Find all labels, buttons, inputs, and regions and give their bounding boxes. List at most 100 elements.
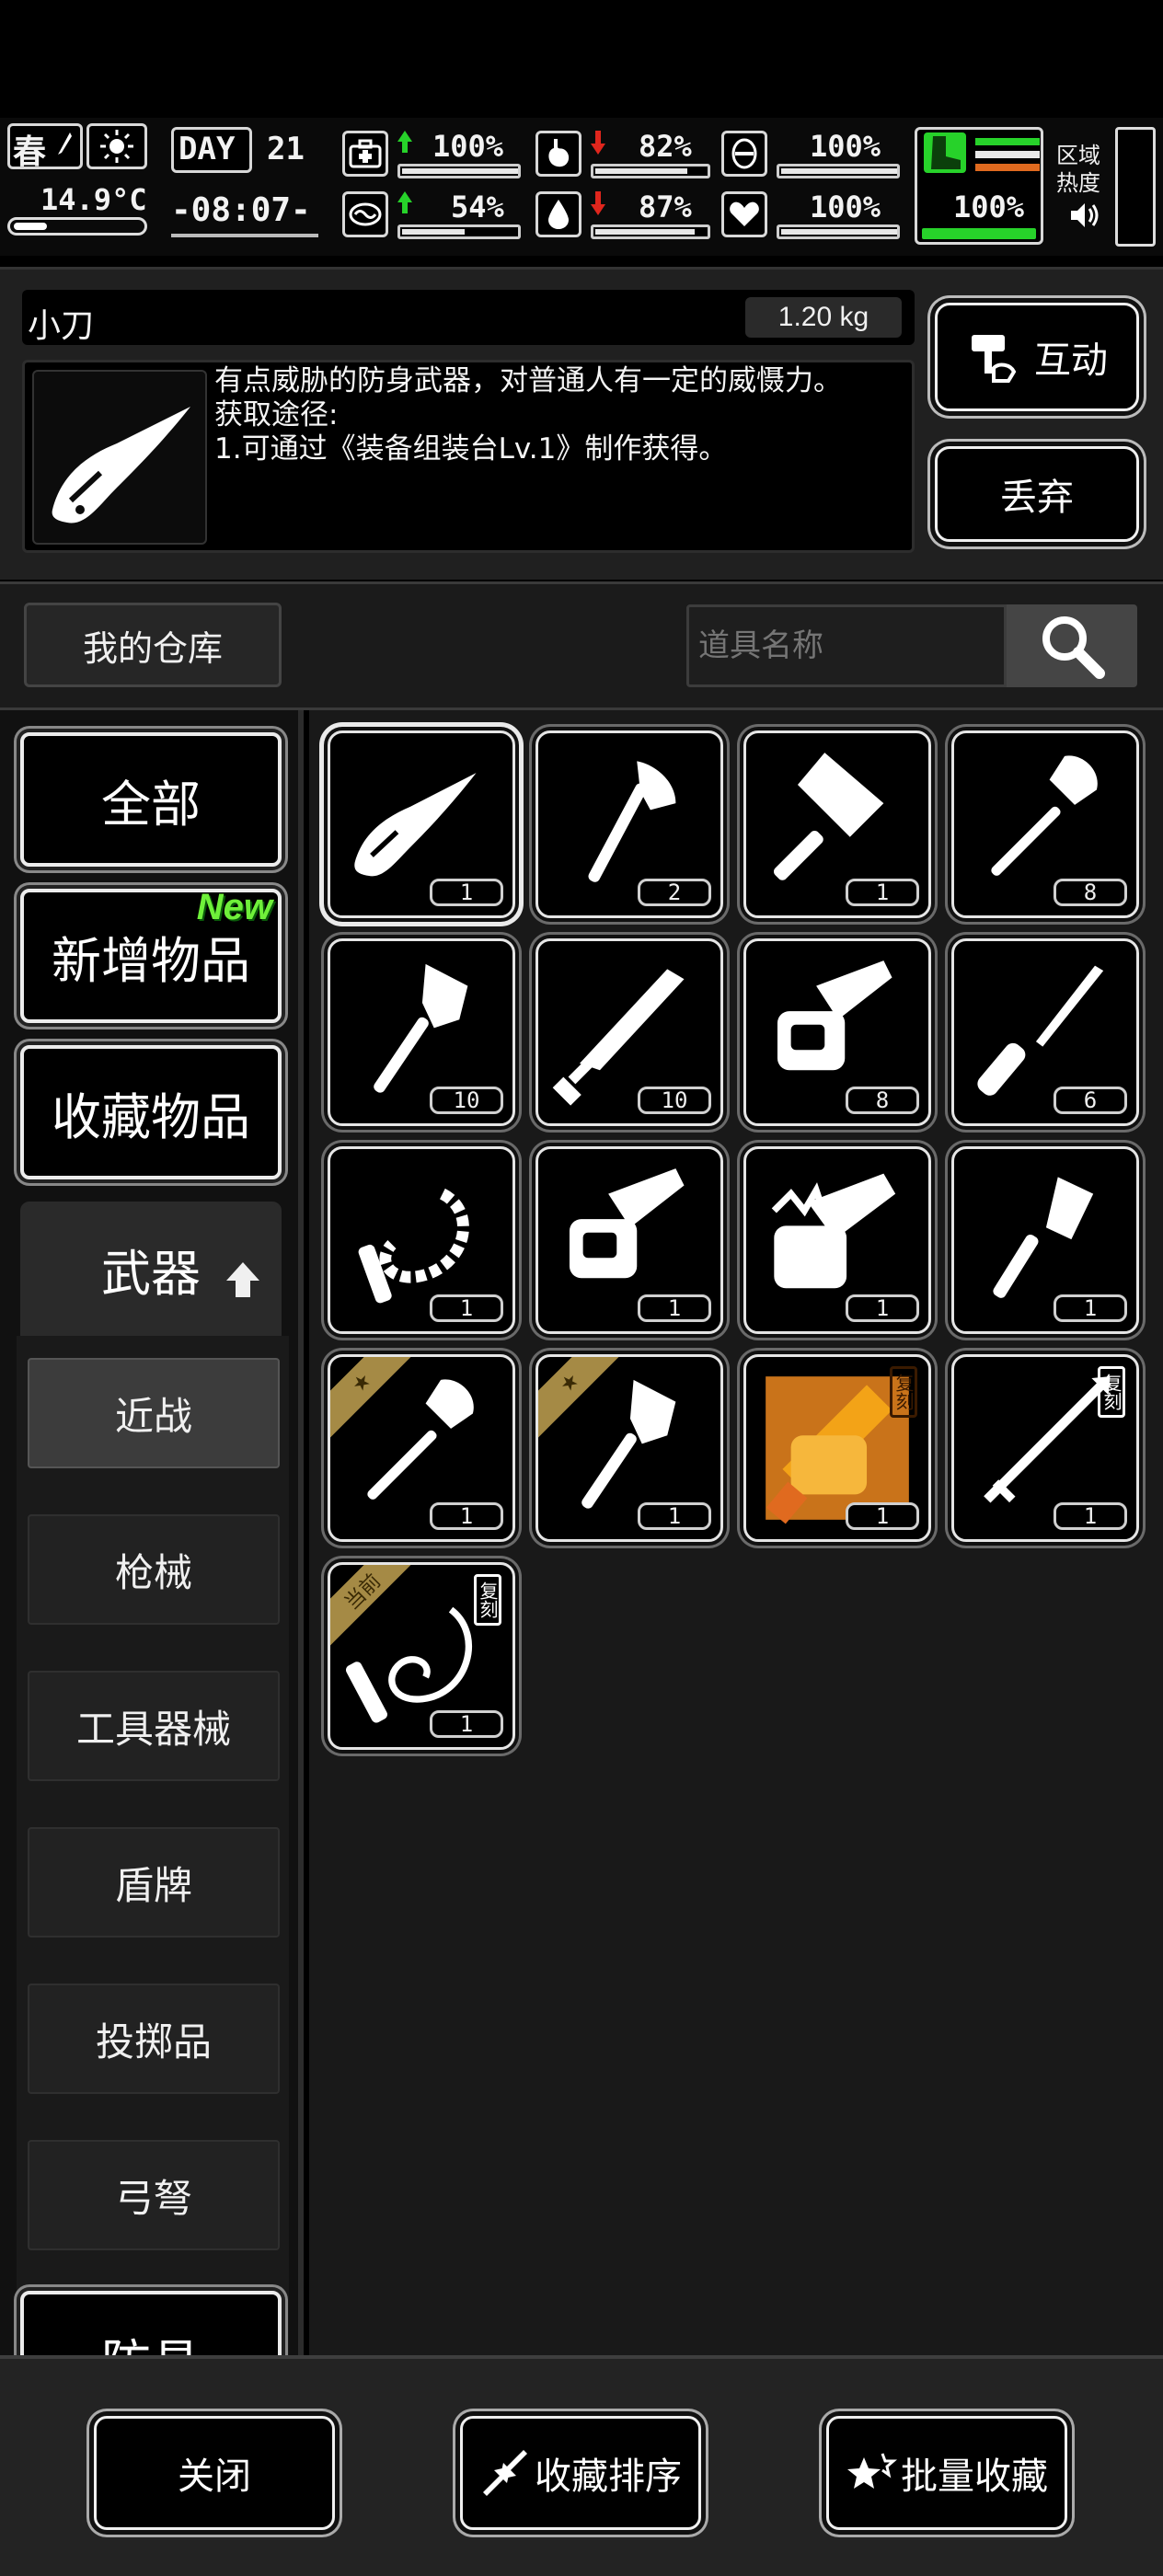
batch-favorite-button[interactable]: 批量收藏	[826, 2416, 1067, 2530]
item-quantity: 1	[1054, 1294, 1127, 1322]
item-slot[interactable]: 2	[535, 730, 723, 918]
item-slot[interactable]: 10	[535, 938, 723, 1126]
subcategory-firearms[interactable]: 枪械	[28, 1514, 280, 1625]
hunger-value: 82%	[639, 129, 692, 164]
sort-arrows-icon	[479, 2450, 531, 2496]
mental-value: 54%	[451, 190, 504, 224]
speaker-icon[interactable]	[1067, 199, 1100, 232]
category-sidebar: 全部 新增物品 New 收藏物品 武器 近战 枪械 工具器械 盾牌 投掷品 弓弩…	[0, 710, 304, 2355]
subcategory-throwables-label: 投掷品	[95, 2018, 212, 2064]
close-button[interactable]: 关闭	[94, 2416, 335, 2530]
subcategory-tools[interactable]: 工具器械	[28, 1671, 280, 1781]
item-quantity: 1	[846, 1502, 919, 1530]
new-badge: New	[196, 887, 272, 927]
item-slot[interactable]: 当前 复刻 1	[328, 1562, 515, 1750]
item-description: 有点威胁的防身武器，对普通人有一定的威慑力。 获取途径: 1.可通过《装备组装台…	[214, 364, 842, 466]
status-hud: 春 14.9°C DAY 21 -08:07- 100% 82% 100% 54…	[0, 118, 1163, 256]
brain-icon	[342, 191, 388, 237]
item-slot[interactable]: ★ 1	[535, 1354, 723, 1542]
zone-heat-label: 区域 热度	[1056, 143, 1100, 196]
stomach-icon	[535, 131, 582, 177]
item-slot[interactable]: 8	[743, 938, 931, 1126]
stamina-bar	[922, 228, 1036, 239]
item-quantity: 1	[430, 879, 503, 906]
category-weapons-expanded[interactable]: 武器	[20, 1202, 282, 1336]
knife-icon	[32, 370, 207, 545]
subcategory-bows-label: 弓弩	[114, 2175, 192, 2221]
heart-bar	[777, 224, 900, 239]
item-slot[interactable]: 1	[951, 1146, 1139, 1334]
health-bar-fill	[402, 168, 518, 174]
replica-badge: 复刻	[1098, 1366, 1125, 1418]
category-weapons-label: 武器	[101, 1244, 201, 1303]
heart-bar-fill	[781, 229, 897, 235]
item-quantity: 2	[638, 879, 711, 906]
subcategory-melee[interactable]: 近战	[28, 1358, 280, 1468]
day-number: 21	[267, 131, 305, 167]
item-description-box: 有点威胁的防身武器，对普通人有一定的威慑力。 获取途径: 1.可通过《装备组装台…	[22, 360, 915, 553]
clock-readout: -08:07-	[171, 191, 311, 229]
item-quantity: 10	[638, 1087, 711, 1114]
item-weight: 1.20 kg	[745, 297, 902, 338]
category-all-label: 全部	[101, 775, 201, 834]
item-search-input[interactable]	[686, 604, 1007, 687]
item-slot[interactable]: 1	[328, 1146, 515, 1334]
thirst-value: 87%	[639, 190, 692, 224]
stamina-stripe-orange	[975, 164, 1040, 171]
subcategory-tools-label: 工具器械	[75, 1706, 231, 1752]
mental-up-arrow	[397, 191, 412, 213]
helmet-icon	[721, 131, 767, 177]
category-all[interactable]: 全部	[20, 732, 282, 867]
water-drop-icon	[535, 191, 582, 237]
stamina-value: 100%	[953, 190, 1025, 224]
item-name: 小刀	[28, 307, 95, 345]
replica-badge: 复刻	[890, 1366, 917, 1418]
my-storage-label: 我的仓库	[82, 627, 223, 669]
item-quantity: 1	[638, 1294, 711, 1322]
item-quantity: 1	[846, 1294, 919, 1322]
item-slot[interactable]: ★ 1	[328, 1354, 515, 1542]
item-slot[interactable]: 1	[743, 1146, 931, 1334]
category-new-items[interactable]: 新增物品 New	[20, 887, 282, 1023]
subcategory-shields-label: 盾牌	[114, 1862, 192, 1908]
subcategory-throwables[interactable]: 投掷品	[28, 1984, 280, 2094]
item-slot[interactable]: 1	[743, 730, 931, 918]
thirst-bar-fill	[595, 229, 695, 235]
item-slot[interactable]: 10	[328, 938, 515, 1126]
double-star-icon	[846, 2450, 898, 2496]
subcategory-bows[interactable]: 弓弩	[28, 2140, 280, 2250]
my-storage-tab[interactable]: 我的仓库	[24, 603, 282, 687]
subcategory-shields[interactable]: 盾牌	[28, 1827, 280, 1938]
item-slot[interactable]: 复刻 1	[951, 1354, 1139, 1542]
heart-icon	[721, 191, 767, 237]
hunger-down-arrow	[591, 131, 605, 155]
category-favorites-label: 收藏物品	[52, 1087, 250, 1146]
discard-button[interactable]: 丢弃	[935, 446, 1139, 542]
interact-button[interactable]: 互动	[935, 303, 1139, 411]
medkit-icon	[342, 131, 388, 177]
item-quantity: 1	[430, 1710, 503, 1738]
shield-bar	[777, 164, 900, 178]
category-new-items-label: 新增物品	[52, 931, 250, 990]
health-bar	[397, 164, 521, 178]
category-armor[interactable]: 防具	[20, 2291, 282, 2355]
favorite-sort-button[interactable]: 收藏排序	[460, 2416, 701, 2530]
hunger-bar	[591, 164, 710, 178]
mental-bar	[397, 224, 521, 239]
search-button[interactable]	[1007, 604, 1137, 687]
item-slot[interactable]: 1	[328, 730, 515, 918]
category-favorites[interactable]: 收藏物品	[20, 1045, 282, 1179]
boot-icon	[924, 132, 966, 173]
item-slot[interactable]: 复刻 1	[743, 1354, 931, 1542]
item-quantity: 6	[1054, 1087, 1127, 1114]
temperature-readout: 14.9°C	[40, 182, 147, 217]
footer-bar: 关闭 收藏排序 批量收藏	[0, 2355, 1163, 2576]
item-name-bar: 小刀 1.20 kg	[22, 290, 915, 345]
item-slot[interactable]: 8	[951, 730, 1139, 918]
item-slot[interactable]: 1	[535, 1146, 723, 1334]
collapse-arrow-icon	[225, 1253, 261, 1297]
shield-value: 100%	[810, 129, 881, 164]
item-slot[interactable]: 6	[951, 938, 1139, 1126]
shield-bar-fill	[781, 168, 897, 174]
clock-underline	[171, 234, 318, 237]
